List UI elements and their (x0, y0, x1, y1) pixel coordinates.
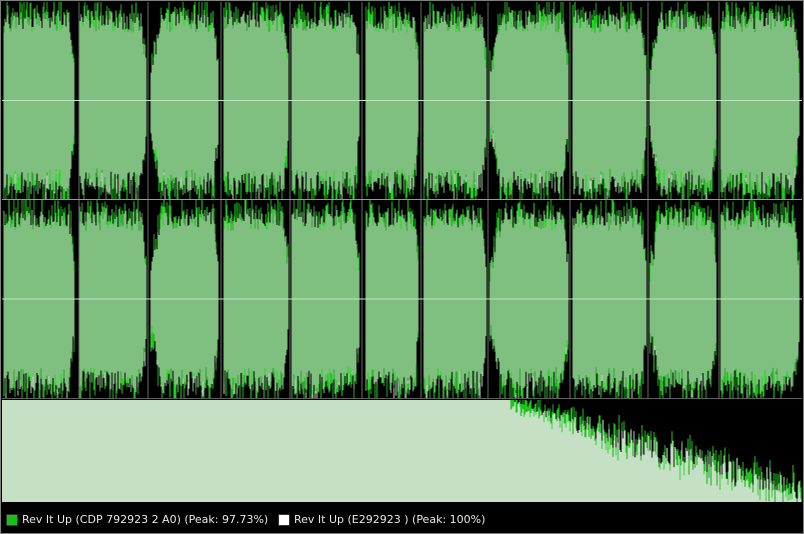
waveform-channel-right[interactable] (2, 200, 802, 398)
waveform-right-graphic (2, 200, 802, 398)
legend-swatch-green (6, 513, 18, 526)
waveform-left-graphic (2, 2, 802, 199)
legend-label-primary: Rev It Up (CDP 792923 2 A0) (Peak: 97.73… (22, 513, 269, 526)
legend-bar: Rev It Up (CDP 792923 2 A0) (Peak: 97.73… (2, 502, 802, 533)
waveform-channel-left[interactable] (2, 2, 802, 199)
legend-label-secondary: Rev It Up (E292923 ) (Peak: 100%) (294, 513, 486, 526)
legend-item-secondary: Rev It Up (E292923 ) (Peak: 100%) (278, 513, 485, 526)
spectrum-panel[interactable] (2, 400, 802, 502)
legend-item-primary: Rev It Up (CDP 792923 2 A0) (Peak: 97.73… (6, 513, 268, 526)
legend-swatch-white (278, 513, 290, 526)
spectrum-graphic (2, 400, 802, 502)
waveform-comparison-window: Rev It Up (CDP 792923 2 A0) (Peak: 97.73… (0, 0, 804, 534)
spectrum-divider (2, 398, 802, 399)
